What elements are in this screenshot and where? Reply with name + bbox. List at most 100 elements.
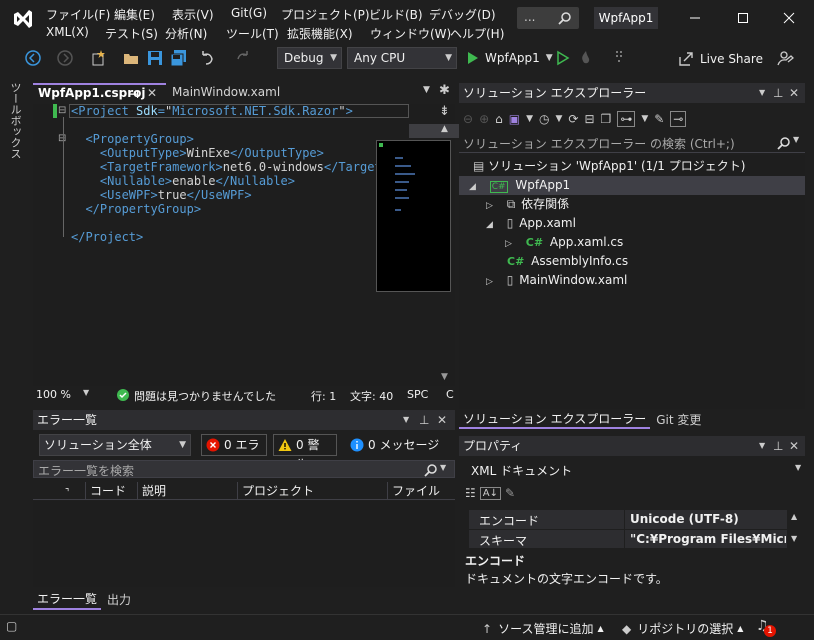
menu-file[interactable]: ファイル(F): [46, 6, 110, 23]
messages-filter-button[interactable]: 0 メッセージ: [345, 434, 455, 456]
column-code[interactable]: コード: [85, 482, 137, 500]
tab-solution-explorer[interactable]: ソリューション エクスプローラー: [459, 411, 651, 429]
filter-icon[interactable]: ⊶: [617, 111, 636, 127]
menu-analyze[interactable]: 分析(N): [165, 25, 207, 42]
back-icon[interactable]: ⊖: [463, 112, 473, 126]
redo-icon[interactable]: [234, 49, 252, 67]
split-button[interactable]: ⇟: [409, 104, 455, 124]
tree-item-solution[interactable]: ▤ ソリューション 'WpfApp1' (1/1 プロジェクト): [473, 157, 745, 176]
tree-item-app-xaml-cs[interactable]: ▷ C# App.xaml.cs: [505, 233, 623, 252]
close-icon[interactable]: ✕: [789, 83, 799, 103]
tree-item-app-xaml[interactable]: ◢ ▯ App.xaml: [486, 214, 576, 233]
property-row[interactable]: エンコード Unicode (UTF-8): [469, 510, 787, 529]
maximize-button[interactable]: [726, 6, 760, 30]
tree-item-assemblyinfo[interactable]: C# AssemblyInfo.cs: [507, 252, 628, 271]
minimize-button[interactable]: [678, 6, 712, 30]
solution-search-input[interactable]: ソリューション エクスプローラー の検索 (Ctrl+;) ▼: [459, 133, 805, 153]
menu-help[interactable]: ヘルプ(H): [450, 25, 504, 42]
close-icon[interactable]: ✕: [437, 410, 447, 430]
pin-icon[interactable]: ⊥: [419, 410, 429, 430]
column-filter[interactable]: ⌝: [61, 482, 85, 500]
error-search-input[interactable]: エラー一覧を検索 ▼: [33, 460, 455, 478]
zoom-level[interactable]: 100 %: [36, 388, 71, 401]
menu-xml[interactable]: XML(X): [46, 25, 89, 39]
column-file[interactable]: ファイル: [387, 482, 455, 500]
errors-filter-button[interactable]: 0 エラー: [201, 434, 267, 472]
notification-square-icon[interactable]: ▢: [6, 619, 17, 633]
feedback-icon[interactable]: [776, 49, 794, 67]
chevron-down-icon[interactable]: ▼: [556, 114, 563, 124]
live-share-button[interactable]: Live Share: [678, 49, 763, 69]
warnings-filter-button[interactable]: 0 警告: [273, 434, 337, 472]
scroll-down-icon[interactable]: ▼: [791, 534, 797, 543]
close-icon[interactable]: ✕: [789, 436, 799, 456]
chevron-down-icon[interactable]: ▼: [83, 388, 89, 397]
line-ending-indicator[interactable]: C: [446, 388, 454, 401]
notifications-button[interactable]: ♫ 1: [756, 618, 776, 638]
menu-tools[interactable]: ツール(T): [226, 25, 279, 42]
menu-view[interactable]: 表示(V): [172, 6, 214, 23]
close-window-button[interactable]: [772, 6, 806, 30]
categorized-icon[interactable]: ☷: [465, 486, 476, 500]
add-to-source-control-button[interactable]: ↑ ソース管理に追加 ▲: [482, 620, 604, 637]
property-object-dropdown[interactable]: XML ドキュメント ▼: [463, 460, 805, 480]
menu-extensions[interactable]: 拡張機能(X): [287, 25, 353, 42]
show-all-files-icon[interactable]: ❐: [601, 112, 612, 126]
configuration-dropdown[interactable]: Debug ▼: [277, 47, 342, 69]
open-folder-icon[interactable]: [122, 49, 140, 67]
tree-item-wpfapp1[interactable]: ◢ C# WpfApp1: [469, 176, 570, 195]
select-repository-button[interactable]: ◆ リポジトリの選択 ▲: [622, 620, 743, 637]
save-all-icon[interactable]: [170, 49, 188, 67]
hot-reload-icon[interactable]: [577, 49, 595, 67]
tree-item-dependencies[interactable]: ▷ ⧉ 依存関係: [486, 195, 569, 214]
scroll-up-icon[interactable]: ▲: [791, 512, 797, 521]
issues-status[interactable]: 問題は見つかりませんでした: [134, 388, 276, 404]
tab-output[interactable]: 出力: [101, 591, 137, 609]
properties-wrench-icon[interactable]: ✎: [654, 112, 664, 126]
tab-list-dropdown-icon[interactable]: ▼: [423, 85, 430, 95]
column-project[interactable]: プロジェクト: [237, 482, 387, 500]
menu-test[interactable]: テスト(S): [105, 25, 158, 42]
chevron-down-icon[interactable]: ▼: [793, 135, 799, 144]
minimap[interactable]: [376, 140, 451, 292]
menu-edit[interactable]: 編集(E): [114, 6, 155, 23]
menu-git[interactable]: Git(G): [231, 6, 267, 20]
menu-build[interactable]: ビルド(B): [369, 6, 423, 23]
start-without-debug-icon[interactable]: [554, 49, 572, 67]
property-pages-wrench-icon[interactable]: ✎: [505, 486, 515, 500]
platform-dropdown[interactable]: Any CPU ▼: [347, 47, 457, 69]
menu-window[interactable]: ウィンドウ(W): [370, 25, 451, 42]
start-debug-button[interactable]: WpfApp1 ▼: [466, 48, 553, 68]
home-icon[interactable]: ⌂: [495, 112, 503, 126]
chevron-down-icon[interactable]: ▼: [403, 410, 409, 430]
whitespace-indicator[interactable]: SPC: [407, 388, 428, 401]
property-row[interactable]: スキーマ "C:¥Program Files¥Microsoft \: [469, 529, 787, 549]
switch-views-icon[interactable]: ▣: [509, 112, 520, 126]
menu-debug[interactable]: デバッグ(D): [429, 6, 496, 23]
search-input[interactable]: ...: [517, 7, 579, 29]
tree-item-mainwindow-xaml[interactable]: ▷ ▯ MainWindow.xaml: [486, 271, 627, 290]
error-scope-dropdown[interactable]: ソリューション全体 ▼: [39, 434, 191, 456]
forward-icon[interactable]: [56, 49, 74, 67]
save-icon[interactable]: [146, 49, 164, 67]
forward-icon[interactable]: ⊕: [479, 112, 489, 126]
scroll-down-icon[interactable]: ▼: [441, 372, 448, 382]
alphabetical-icon[interactable]: A↓: [479, 486, 501, 500]
preview-icon[interactable]: ⊸: [670, 111, 687, 127]
collapse-icon[interactable]: ⊟: [58, 105, 66, 116]
toolbox-tab[interactable]: ツールボックス: [7, 82, 23, 159]
chevron-down-icon[interactable]: ▼: [641, 114, 648, 124]
gear-icon[interactable]: ✱: [439, 83, 450, 98]
menu-project[interactable]: プロジェクト(P): [281, 6, 370, 23]
pin-icon[interactable]: ⊣: [129, 86, 139, 103]
chevron-down-icon[interactable]: ▼: [759, 436, 765, 456]
collapse-all-icon[interactable]: ⊟: [584, 112, 594, 126]
column-description[interactable]: 説明: [137, 482, 237, 500]
new-project-icon[interactable]: [90, 49, 108, 67]
chevron-down-icon[interactable]: ▼: [440, 463, 446, 472]
back-icon[interactable]: [24, 49, 42, 67]
sync-icon[interactable]: ⟳: [568, 112, 578, 126]
chevron-down-icon[interactable]: ▼: [526, 114, 533, 124]
pending-changes-icon[interactable]: ◷: [539, 112, 549, 126]
close-tab-icon[interactable]: ✕: [147, 85, 157, 102]
